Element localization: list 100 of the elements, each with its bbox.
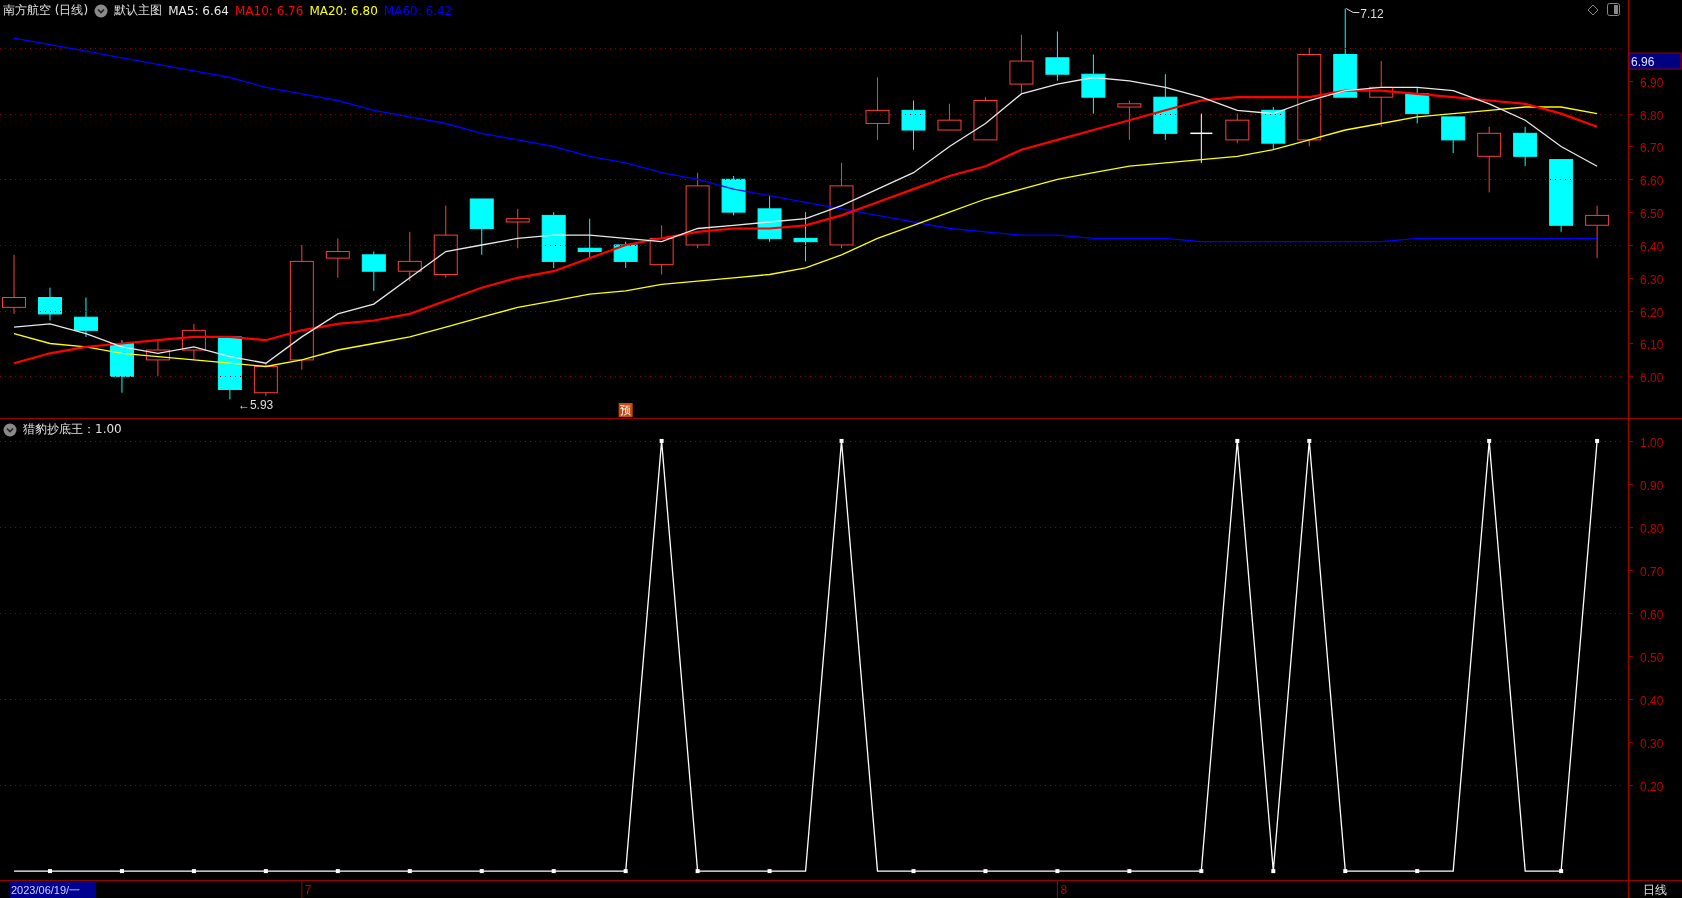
candlestick <box>1153 73 1178 141</box>
data-point-marker <box>119 869 124 874</box>
data-point-marker <box>1127 869 1132 874</box>
candlestick <box>937 103 962 131</box>
template-label[interactable]: 默认主图 <box>114 2 163 19</box>
candlestick <box>613 241 638 269</box>
candlestick <box>1441 116 1466 154</box>
axis-label: 6.80 <box>1640 108 1664 123</box>
candlestick <box>38 287 62 321</box>
candlestick <box>397 231 422 282</box>
data-point-marker <box>1307 438 1312 443</box>
data-point-marker <box>1199 869 1204 874</box>
data-point-marker <box>1055 869 1060 874</box>
data-point-marker <box>551 869 556 874</box>
month-label: 7 <box>304 883 312 897</box>
legend-label: MA10: 6.76 <box>234 3 304 18</box>
candlestick <box>973 96 998 141</box>
data-point-marker <box>263 869 268 874</box>
candlestick <box>1045 31 1070 82</box>
axis-label: 6.30 <box>1640 272 1664 287</box>
candlestick <box>1405 86 1430 124</box>
candlestick <box>505 208 530 249</box>
data-point-marker <box>1595 438 1600 443</box>
chevron-down-icon[interactable] <box>3 422 17 437</box>
legend-label: MA20: 6.80 <box>309 3 378 18</box>
candlestick <box>73 297 98 338</box>
data-point-marker <box>983 869 988 874</box>
data-point-marker <box>1271 869 1276 874</box>
panel-icon[interactable] <box>1607 3 1620 16</box>
forecast-badge: 预 <box>618 403 633 417</box>
data-point-marker <box>1415 869 1420 874</box>
data-point-marker <box>191 869 196 874</box>
low-price-label: ←5.93 <box>237 398 274 413</box>
axis-label: 0.80 <box>1640 521 1664 536</box>
candlestick <box>361 251 386 292</box>
axis-label: 0.40 <box>1640 693 1664 708</box>
data-point-marker <box>623 869 628 874</box>
candlestick <box>325 237 350 279</box>
axis-label: 0.60 <box>1640 607 1664 622</box>
data-point-marker <box>479 869 484 874</box>
data-point-marker <box>839 438 844 443</box>
candlestick <box>1009 34 1034 95</box>
candlestick <box>757 195 782 243</box>
candlestick <box>1261 106 1286 151</box>
axis-label: 6.70 <box>1640 140 1664 155</box>
data-point-marker <box>1343 869 1348 874</box>
axis-label: 1.00 <box>1640 435 1664 450</box>
candlestick <box>217 336 242 400</box>
candlestick <box>541 211 566 269</box>
candlestick <box>145 339 170 377</box>
cursor-date-label: 2023/06/19/一 <box>10 882 96 898</box>
candlestick <box>901 100 926 151</box>
data-point-marker <box>1235 438 1240 443</box>
axis-label: 0.90 <box>1640 478 1664 493</box>
month-label: 8 <box>1060 883 1068 897</box>
candlestick <box>721 175 746 216</box>
data-point-marker <box>335 869 340 874</box>
candlestick <box>469 198 494 256</box>
axis-label: 6.10 <box>1640 337 1664 352</box>
candlestick <box>2 254 26 315</box>
legend-label: MA60: 6.42 <box>383 3 453 18</box>
candlestick <box>1477 126 1502 193</box>
axis-label: 6.90 <box>1640 75 1664 90</box>
axis-label: 6.40 <box>1640 239 1664 254</box>
chevron-down-icon[interactable] <box>94 3 109 18</box>
data-point-marker <box>1487 438 1492 443</box>
candlestick <box>793 211 818 262</box>
diamond-icon[interactable] <box>1587 3 1599 16</box>
data-point-marker <box>695 869 700 874</box>
chart-title: 南方航空 (日线) <box>3 2 89 19</box>
axis-label: 6.60 <box>1640 173 1664 188</box>
legend-label: MA5: 6.64 <box>168 3 229 18</box>
data-point-marker <box>911 869 916 874</box>
candlestick <box>1117 100 1142 141</box>
candlestick <box>1081 54 1106 115</box>
indicator-title: 猎豹抄底王：1.00 <box>23 421 122 438</box>
candlestick <box>181 323 206 361</box>
candlestick <box>1225 113 1250 144</box>
candlestick <box>1513 126 1538 167</box>
data-point-marker <box>767 869 772 874</box>
axis-label: 0.50 <box>1640 650 1664 665</box>
candlestick <box>649 224 674 275</box>
axis-label: 6.50 <box>1640 206 1664 221</box>
candlestick <box>109 339 134 394</box>
candlestick <box>253 362 278 397</box>
axis-label: 0.20 <box>1640 779 1664 794</box>
current-price-label: 6.96 <box>1628 52 1682 70</box>
period-label[interactable]: 日线 <box>1643 883 1667 897</box>
candlestick <box>1585 205 1610 259</box>
axis-label: 6.20 <box>1640 305 1664 320</box>
candlestick <box>1369 60 1394 128</box>
axis-label: 0.70 <box>1640 564 1664 579</box>
data-point-marker <box>659 438 664 443</box>
data-point-marker <box>1559 869 1564 874</box>
candlestick <box>1189 113 1214 164</box>
axis-label: 6.00 <box>1640 370 1664 385</box>
candlestick <box>865 77 890 141</box>
data-point-marker <box>407 869 412 874</box>
axis-label: 0.30 <box>1640 736 1664 751</box>
candlestick <box>577 218 602 259</box>
